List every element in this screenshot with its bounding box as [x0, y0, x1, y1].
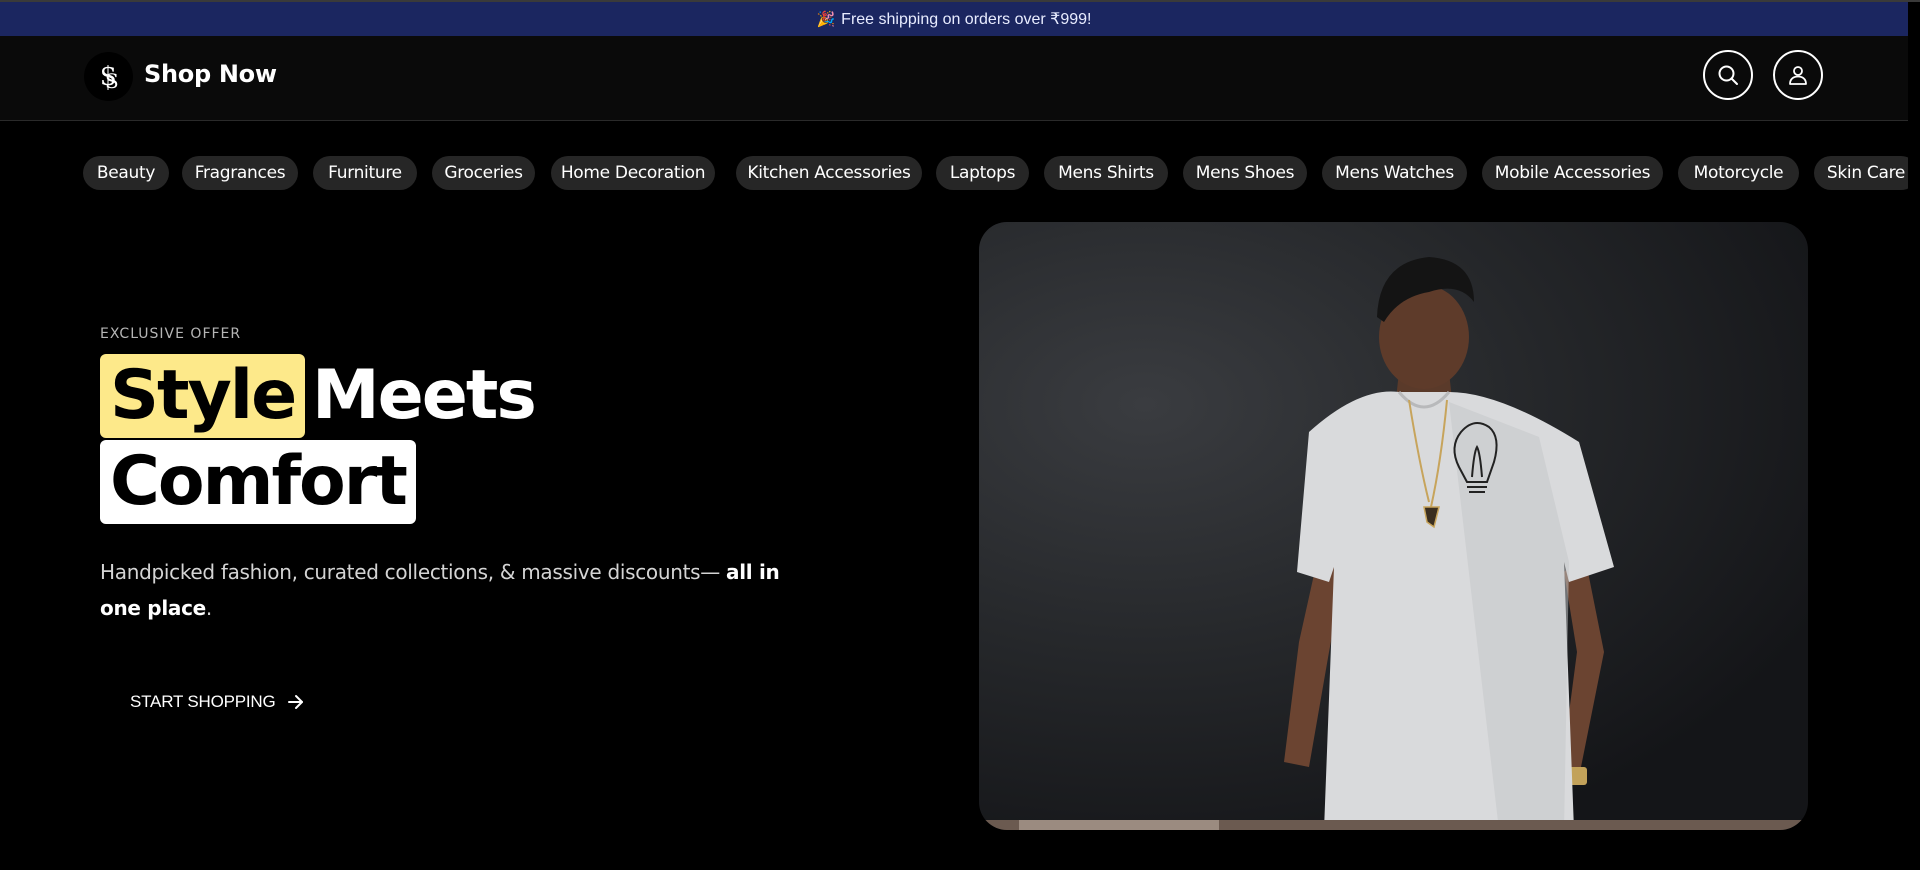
announcement-text: Free shipping on orders over ₹999! — [841, 11, 1092, 28]
search-button[interactable] — [1703, 50, 1753, 100]
category-mens-shirts[interactable]: Mens Shirts — [1044, 156, 1168, 190]
ss-monogram-logo: S S — [100, 63, 119, 93]
user-icon — [1789, 66, 1807, 85]
hero-subtext-plain: Handpicked fashion, curated collections,… — [100, 560, 727, 584]
brand-name[interactable]: Shop Now — [144, 60, 277, 88]
category-furniture[interactable]: Furniture — [313, 156, 417, 190]
account-button[interactable] — [1773, 50, 1823, 100]
category-kitchen-accessories[interactable]: Kitchen Accessories — [736, 156, 922, 190]
start-shopping-button[interactable]: START SHOPPING — [110, 680, 326, 724]
hero-headline-meets: Meets — [312, 356, 537, 435]
hero-headline-highlight: Style — [100, 354, 306, 438]
hero-headline-comfort: Comfort — [100, 440, 416, 524]
hero-eyebrow: EXCLUSIVE OFFER — [100, 326, 242, 342]
category-laptops[interactable]: Laptops — [936, 156, 1029, 190]
category-skin-care[interactable]: Skin Care — [1814, 156, 1908, 190]
cta-label: START SHOPPING — [130, 692, 276, 711]
category-fragrances[interactable]: Fragrances — [182, 156, 298, 190]
logo[interactable]: S S — [84, 52, 133, 101]
hero-subtext-end: . — [205, 596, 212, 620]
hero-model-illustration — [979, 257, 1808, 830]
category-groceries[interactable]: Groceries — [432, 156, 535, 190]
search-icon — [1718, 65, 1738, 85]
category-motorcycle[interactable]: Motorcycle — [1678, 156, 1799, 190]
category-mens-watches[interactable]: Mens Watches — [1322, 156, 1467, 190]
category-mens-shoes[interactable]: Mens Shoes — [1183, 156, 1307, 190]
party-popper-icon: 🎉 — [816, 11, 836, 28]
category-home-decoration[interactable]: Home Decoration — [551, 156, 715, 190]
arrow-right-icon — [287, 695, 303, 709]
announcement-bar: 🎉 Free shipping on orders over ₹999! — [0, 2, 1908, 36]
site-header: S S Shop Now — [0, 36, 1908, 121]
category-mobile-accessories[interactable]: Mobile Accessories — [1482, 156, 1663, 190]
category-bar: Beauty Fragrances Furniture Groceries Ho… — [0, 152, 1908, 192]
hero-subtext: Handpicked fashion, curated collections,… — [100, 554, 820, 626]
category-beauty[interactable]: Beauty — [83, 156, 169, 190]
svg-text:S: S — [105, 69, 119, 93]
hero-image — [979, 222, 1808, 830]
